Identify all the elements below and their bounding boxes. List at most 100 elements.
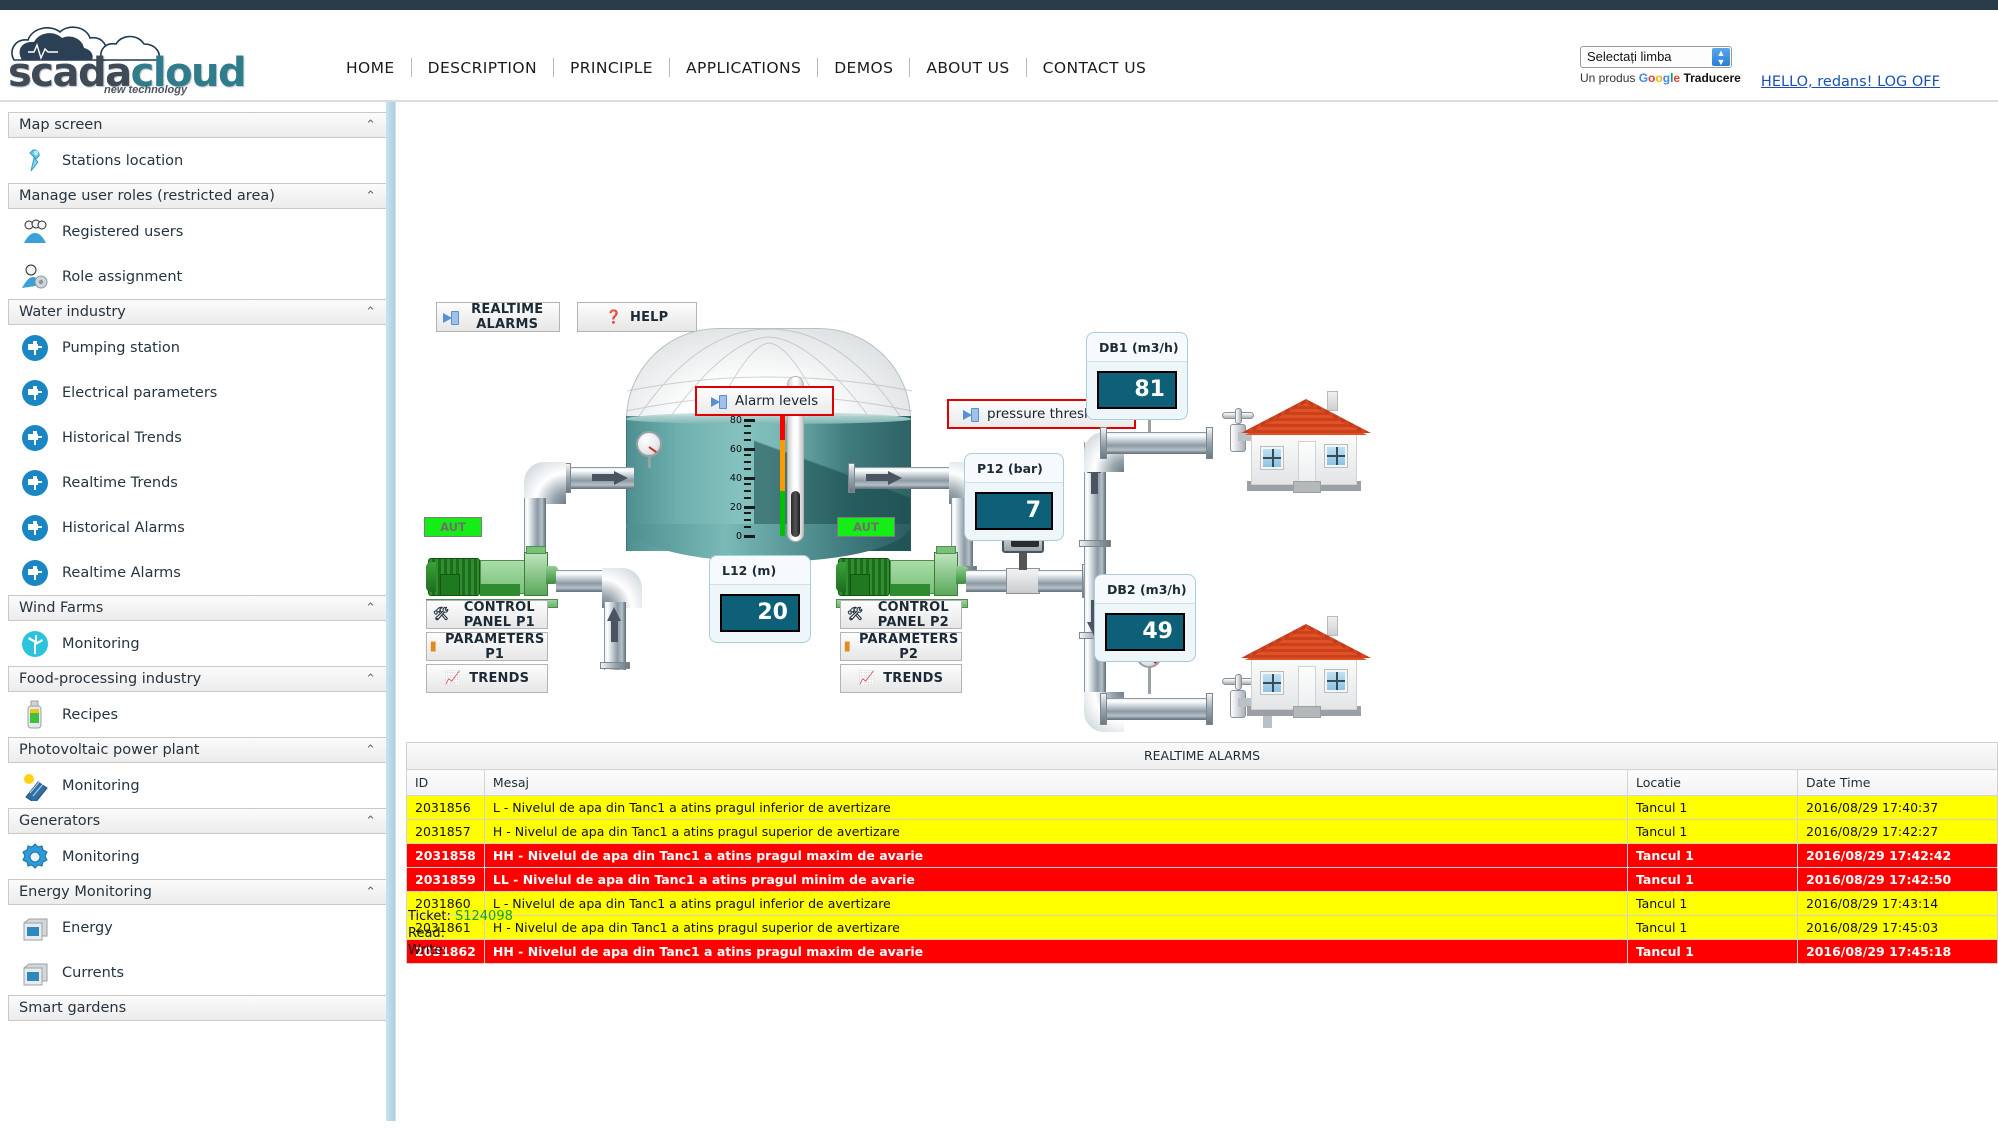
sidebar-item-label: Stations location — [62, 152, 184, 169]
pump-body-lower — [890, 584, 930, 596]
parameters-p2-button[interactable]: ▮ PARAMETERS P2 — [840, 632, 962, 662]
column-header-id[interactable]: ID — [406, 769, 485, 796]
column-header-mesaj[interactable]: Mesaj — [483, 769, 1629, 796]
trends-p2-button[interactable]: 📈 TRENDS — [840, 664, 962, 693]
sidebar-item-registered-users[interactable]: Registered users — [8, 209, 387, 254]
google-translate-widget[interactable]: Selectați limba ▲ ▼ Un produs Google Trad… — [1580, 46, 1780, 85]
sidebar-item-stations-location[interactable]: Stations location — [8, 138, 387, 183]
sidebar-group-food-processing[interactable]: Food-processing industry ⌃ — [8, 666, 387, 692]
tank-level-fill — [791, 491, 800, 537]
flow-arrow-stem — [866, 474, 888, 481]
house-window — [1325, 670, 1347, 692]
pipe-flange — [848, 463, 855, 493]
gauge-card-db2: DB2 (m3/h) 49 — [1094, 574, 1196, 662]
trends-p1-button[interactable]: 📈 TRENDS — [426, 664, 548, 693]
sidebar-item-wind-monitoring[interactable]: Monitoring — [8, 621, 387, 666]
tick-mark — [744, 535, 755, 538]
sidebar-group-generators[interactable]: Generators ⌃ — [8, 808, 387, 834]
table-row[interactable]: 2031859 LL - Nivelul de apa din Tanc1 a … — [406, 867, 1998, 892]
house-roof-tiles — [1245, 403, 1367, 435]
realtime-alarms-button[interactable]: REALTIME ALARMS — [436, 302, 560, 332]
sidebar-item-label: Registered users — [62, 223, 184, 240]
gauge-card-l12: L12 (m) 20 — [709, 555, 811, 643]
faucet-icon — [20, 513, 50, 543]
pump-head — [524, 552, 548, 596]
nav-link-demos[interactable]: DEMOS — [818, 59, 909, 77]
sidebar-item-pumping-station[interactable]: Pumping station — [8, 325, 387, 370]
scale-label-40: 40 — [729, 473, 742, 484]
sidebar-group-map-screen[interactable]: Map screen ⌃ — [8, 112, 387, 138]
parameters-p1-label: PARAMETERS P1 — [444, 631, 545, 662]
sidebar-group-label: Food-processing industry — [19, 671, 202, 687]
alarm-levels-button[interactable]: Alarm levels — [695, 386, 835, 416]
user-gear-icon — [20, 262, 50, 292]
sidebar-item-label: Pumping station — [62, 339, 180, 356]
column-header-locatie[interactable]: Locatie — [1627, 769, 1798, 796]
nav-link-description[interactable]: DESCRIPTION — [412, 59, 553, 77]
sidebar-group-items: Registered users Role assignment — [8, 209, 387, 299]
control-panel-p1-button[interactable]: 🛠 CONTROL PANEL P1 — [426, 600, 548, 630]
nav-link-contact-us[interactable]: CONTACT US — [1027, 59, 1163, 77]
sidebar-item-generators-monitoring[interactable]: Monitoring — [8, 834, 387, 879]
valve-body — [1006, 568, 1040, 594]
gear-icon — [20, 842, 50, 872]
sidebar-item-historical-alarms[interactable]: Historical Alarms — [8, 505, 387, 550]
table-row[interactable]: 2031862 HH - Nivelul de apa din Tanc1 a … — [406, 939, 1998, 964]
sidebar-navigation[interactable]: Map screen ⌃ Stations location Manage us… — [0, 102, 396, 1121]
cell-msg: LL - Nivelul de apa din Tanc1 a atins pr… — [483, 867, 1629, 892]
site-logo[interactable]: scadacloud new technology — [6, 20, 247, 98]
table-row[interactable]: 2031856 L - Nivelul de apa din Tanc1 a a… — [406, 795, 1998, 820]
chevron-updown-icon: ▲ ▼ — [1712, 48, 1730, 67]
chevron-up-icon: ⌃ — [365, 672, 376, 687]
gauge-stem — [648, 455, 651, 468]
nav-link-home[interactable]: HOME — [330, 59, 411, 77]
cell-dt: 2016/08/29 17:42:50 — [1797, 867, 1998, 892]
pipe-valve-outlet — [1038, 570, 1086, 592]
tick-mark-minor — [744, 519, 751, 521]
sidebar-item-label: Recipes — [62, 706, 119, 723]
sidebar-item-historical-trends[interactable]: Historical Trends — [8, 415, 387, 460]
control-panel-p2-button[interactable]: 🛠 CONTROL PANEL P2 — [840, 600, 962, 630]
nav-link-applications[interactable]: APPLICATIONS — [670, 59, 817, 77]
sidebar-scrollbar[interactable] — [386, 102, 395, 1121]
sidebar-item-realtime-trends[interactable]: Realtime Trends — [8, 460, 387, 505]
cell-loc: Tancul 1 — [1627, 939, 1798, 964]
language-select[interactable]: Selectați limba ▲ ▼ — [1580, 46, 1732, 68]
sidebar-group-label: Energy Monitoring — [19, 884, 152, 900]
table-row[interactable]: 2031861 H - Nivelul de apa din Tanc1 a a… — [406, 915, 1998, 940]
table-row[interactable]: 2031857 H - Nivelul de apa din Tanc1 a a… — [406, 819, 1998, 844]
pump-terminal-box — [850, 574, 870, 596]
main-navigation[interactable]: HOME DESCRIPTION PRINCIPLE APPLICATIONS … — [330, 58, 1162, 77]
sidebar-group-water-industry[interactable]: Water industry ⌃ — [8, 299, 387, 325]
sidebar-item-pv-monitoring[interactable]: Monitoring — [8, 763, 387, 808]
flow-arrow-stem — [611, 620, 618, 642]
session-logoff-link[interactable]: HELLO, redans! LOG OFF — [1761, 74, 1940, 90]
sidebar-item-electrical-parameters[interactable]: Electrical parameters — [8, 370, 387, 415]
solar-panel-icon — [20, 771, 50, 804]
sidebar-item-realtime-alarms[interactable]: Realtime Alarms — [8, 550, 387, 595]
sidebar-item-energy[interactable]: Energy — [8, 905, 387, 950]
table-row[interactable]: 2031860 L - Nivelul de apa din Tanc1 a a… — [406, 891, 1998, 916]
pump-motor-cap — [426, 562, 436, 592]
sidebar-item-recipes[interactable]: Recipes — [8, 692, 387, 737]
gauge-db1-value: 81 — [1097, 371, 1177, 409]
sidebar-item-role-assignment[interactable]: Role assignment — [8, 254, 387, 299]
sidebar-group-label: Manage user roles (restricted area) — [19, 188, 275, 204]
sidebar-group-photovoltaic[interactable]: Photovoltaic power plant ⌃ — [8, 737, 387, 763]
sidebar-item-currents[interactable]: Currents — [8, 950, 387, 995]
nav-link-principle[interactable]: PRINCIPLE — [554, 59, 669, 77]
gauge-card-db1: DB1 (m3/h) 81 — [1086, 332, 1188, 420]
faucet-icon — [20, 423, 50, 453]
wind-turbine-icon — [20, 629, 50, 659]
chevron-up-icon: ⌃ — [365, 601, 376, 616]
sidebar-group-manage-user-roles[interactable]: Manage user roles (restricted area) ⌃ — [8, 183, 387, 209]
tick-mark-minor — [744, 439, 751, 441]
table-row[interactable]: 2031858 HH - Nivelul de apa din Tanc1 a … — [406, 843, 1998, 868]
sidebar-group-smart-gardens[interactable]: Smart gardens — [8, 995, 387, 1021]
column-header-datetime[interactable]: Date Time — [1797, 769, 1998, 796]
parameters-p1-button[interactable]: ▮ PARAMETERS P1 — [426, 631, 548, 662]
sidebar-group-energy-monitoring[interactable]: Energy Monitoring ⌃ — [8, 879, 387, 905]
nav-link-about-us[interactable]: ABOUT US — [910, 59, 1025, 77]
write-label: Write: — [408, 943, 447, 958]
sidebar-group-wind-farms[interactable]: Wind Farms ⌃ — [8, 595, 387, 621]
